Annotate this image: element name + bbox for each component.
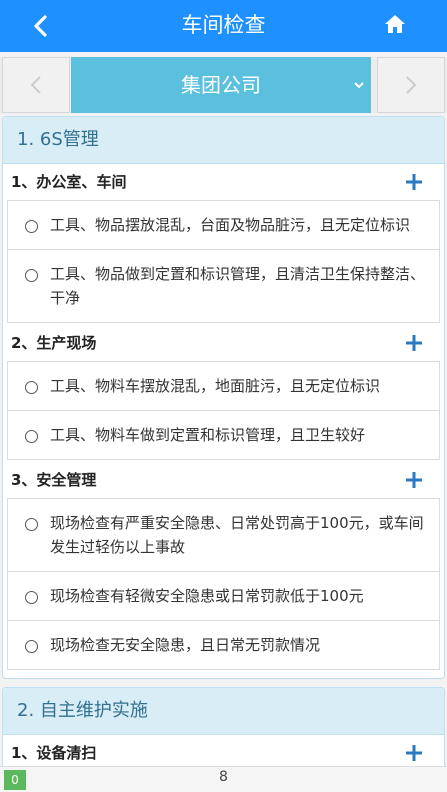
radio-button[interactable] [25, 591, 38, 604]
status-footer: 0 8 [0, 766, 447, 792]
plus-icon[interactable] [406, 472, 422, 488]
page-number: 8 [219, 769, 228, 785]
group-header: 2、生产现场 [3, 325, 444, 361]
section-title: 1. 6S管理 [3, 117, 444, 164]
check-group: 1、设备清扫 [3, 735, 444, 766]
app-header: 车间检查 [0, 0, 447, 52]
next-button[interactable] [377, 57, 445, 113]
radio-button[interactable] [25, 381, 38, 394]
option-item[interactable]: 工具、物品摆放混乱，台面及物品脏污，且无定位标识 [7, 200, 440, 250]
group-title: 3、安全管理 [11, 471, 97, 489]
section-panel: 2. 自主维护实施 1、设备清扫 [2, 687, 445, 766]
option-label: 现场检查有轻微安全隐患或日常罚款低于100元 [50, 587, 364, 605]
option-label: 工具、物料车做到定置和标识管理，且卫生较好 [50, 426, 366, 444]
company-select-value: 集团公司 [181, 73, 261, 97]
option-label: 现场检查无安全隐患，且日常无罚款情况 [50, 636, 321, 654]
option-item[interactable]: 现场检查无安全隐患，且日常无罚款情况 [7, 621, 440, 670]
group-header: 1、办公室、车间 [3, 164, 444, 200]
option-label: 工具、物品做到定置和标识管理，且清洁卫生保持整洁、干净 [50, 265, 426, 307]
group-title: 1、办公室、车间 [11, 173, 127, 191]
option-item[interactable]: 现场检查有严重安全隐患、日常处罚高于100元，或车间发生过轻伤以上事故 [7, 498, 440, 572]
group-title: 1、设备清扫 [11, 744, 97, 762]
plus-icon[interactable] [406, 174, 422, 190]
plus-icon[interactable] [406, 745, 422, 761]
option-item[interactable]: 工具、物品做到定置和标识管理，且清洁卫生保持整洁、干净 [7, 250, 440, 323]
option-item[interactable]: 工具、物料车做到定置和标识管理，且卫生较好 [7, 411, 440, 460]
plus-icon[interactable] [406, 335, 422, 351]
check-group: 1、办公室、车间 工具、物品摆放混乱，台面及物品脏污，且无定位标识 工具、物品做… [3, 164, 444, 323]
option-label: 现场检查有严重安全隐患、日常处罚高于100元，或车间发生过轻伤以上事故 [50, 514, 424, 556]
option-label: 工具、物品摆放混乱，台面及物品脏污，且无定位标识 [50, 216, 411, 234]
group-header: 3、安全管理 [3, 462, 444, 498]
group-title: 2、生产现场 [11, 334, 97, 352]
option-item[interactable]: 现场检查有轻微安全隐患或日常罚款低于100元 [7, 572, 440, 621]
checklist-content[interactable]: 1. 6S管理 1、办公室、车间 工具、物品摆放混乱，台面及物品脏污，且无定位标… [0, 116, 447, 766]
page-title: 车间检查 [181, 13, 266, 37]
check-group: 2、生产现场 工具、物料车摆放混乱，地面脏污，且无定位标识 工具、物料车做到定置… [3, 325, 444, 460]
prev-button[interactable] [2, 57, 70, 113]
chevron-down-icon [354, 82, 364, 89]
group-header: 1、设备清扫 [3, 735, 444, 766]
chevron-left-icon [30, 76, 41, 94]
company-select[interactable]: 集团公司 [71, 57, 371, 113]
check-group: 3、安全管理 现场检查有严重安全隐患、日常处罚高于100元，或车间发生过轻伤以上… [3, 462, 444, 670]
radio-button[interactable] [25, 430, 38, 443]
radio-button[interactable] [25, 220, 38, 233]
home-icon[interactable] [383, 12, 407, 36]
section-panel: 1. 6S管理 1、办公室、车间 工具、物品摆放混乱，台面及物品脏污，且无定位标… [2, 116, 445, 679]
company-selector-bar: 集团公司 [0, 57, 447, 113]
radio-button[interactable] [25, 269, 38, 282]
radio-button[interactable] [25, 518, 38, 531]
chevron-right-icon [406, 76, 417, 94]
section-title: 2. 自主维护实施 [3, 688, 444, 735]
option-item[interactable]: 工具、物料车摆放混乱，地面脏污，且无定位标识 [7, 361, 440, 411]
radio-button[interactable] [25, 640, 38, 653]
option-label: 工具、物料车摆放混乱，地面脏污，且无定位标识 [50, 377, 381, 395]
